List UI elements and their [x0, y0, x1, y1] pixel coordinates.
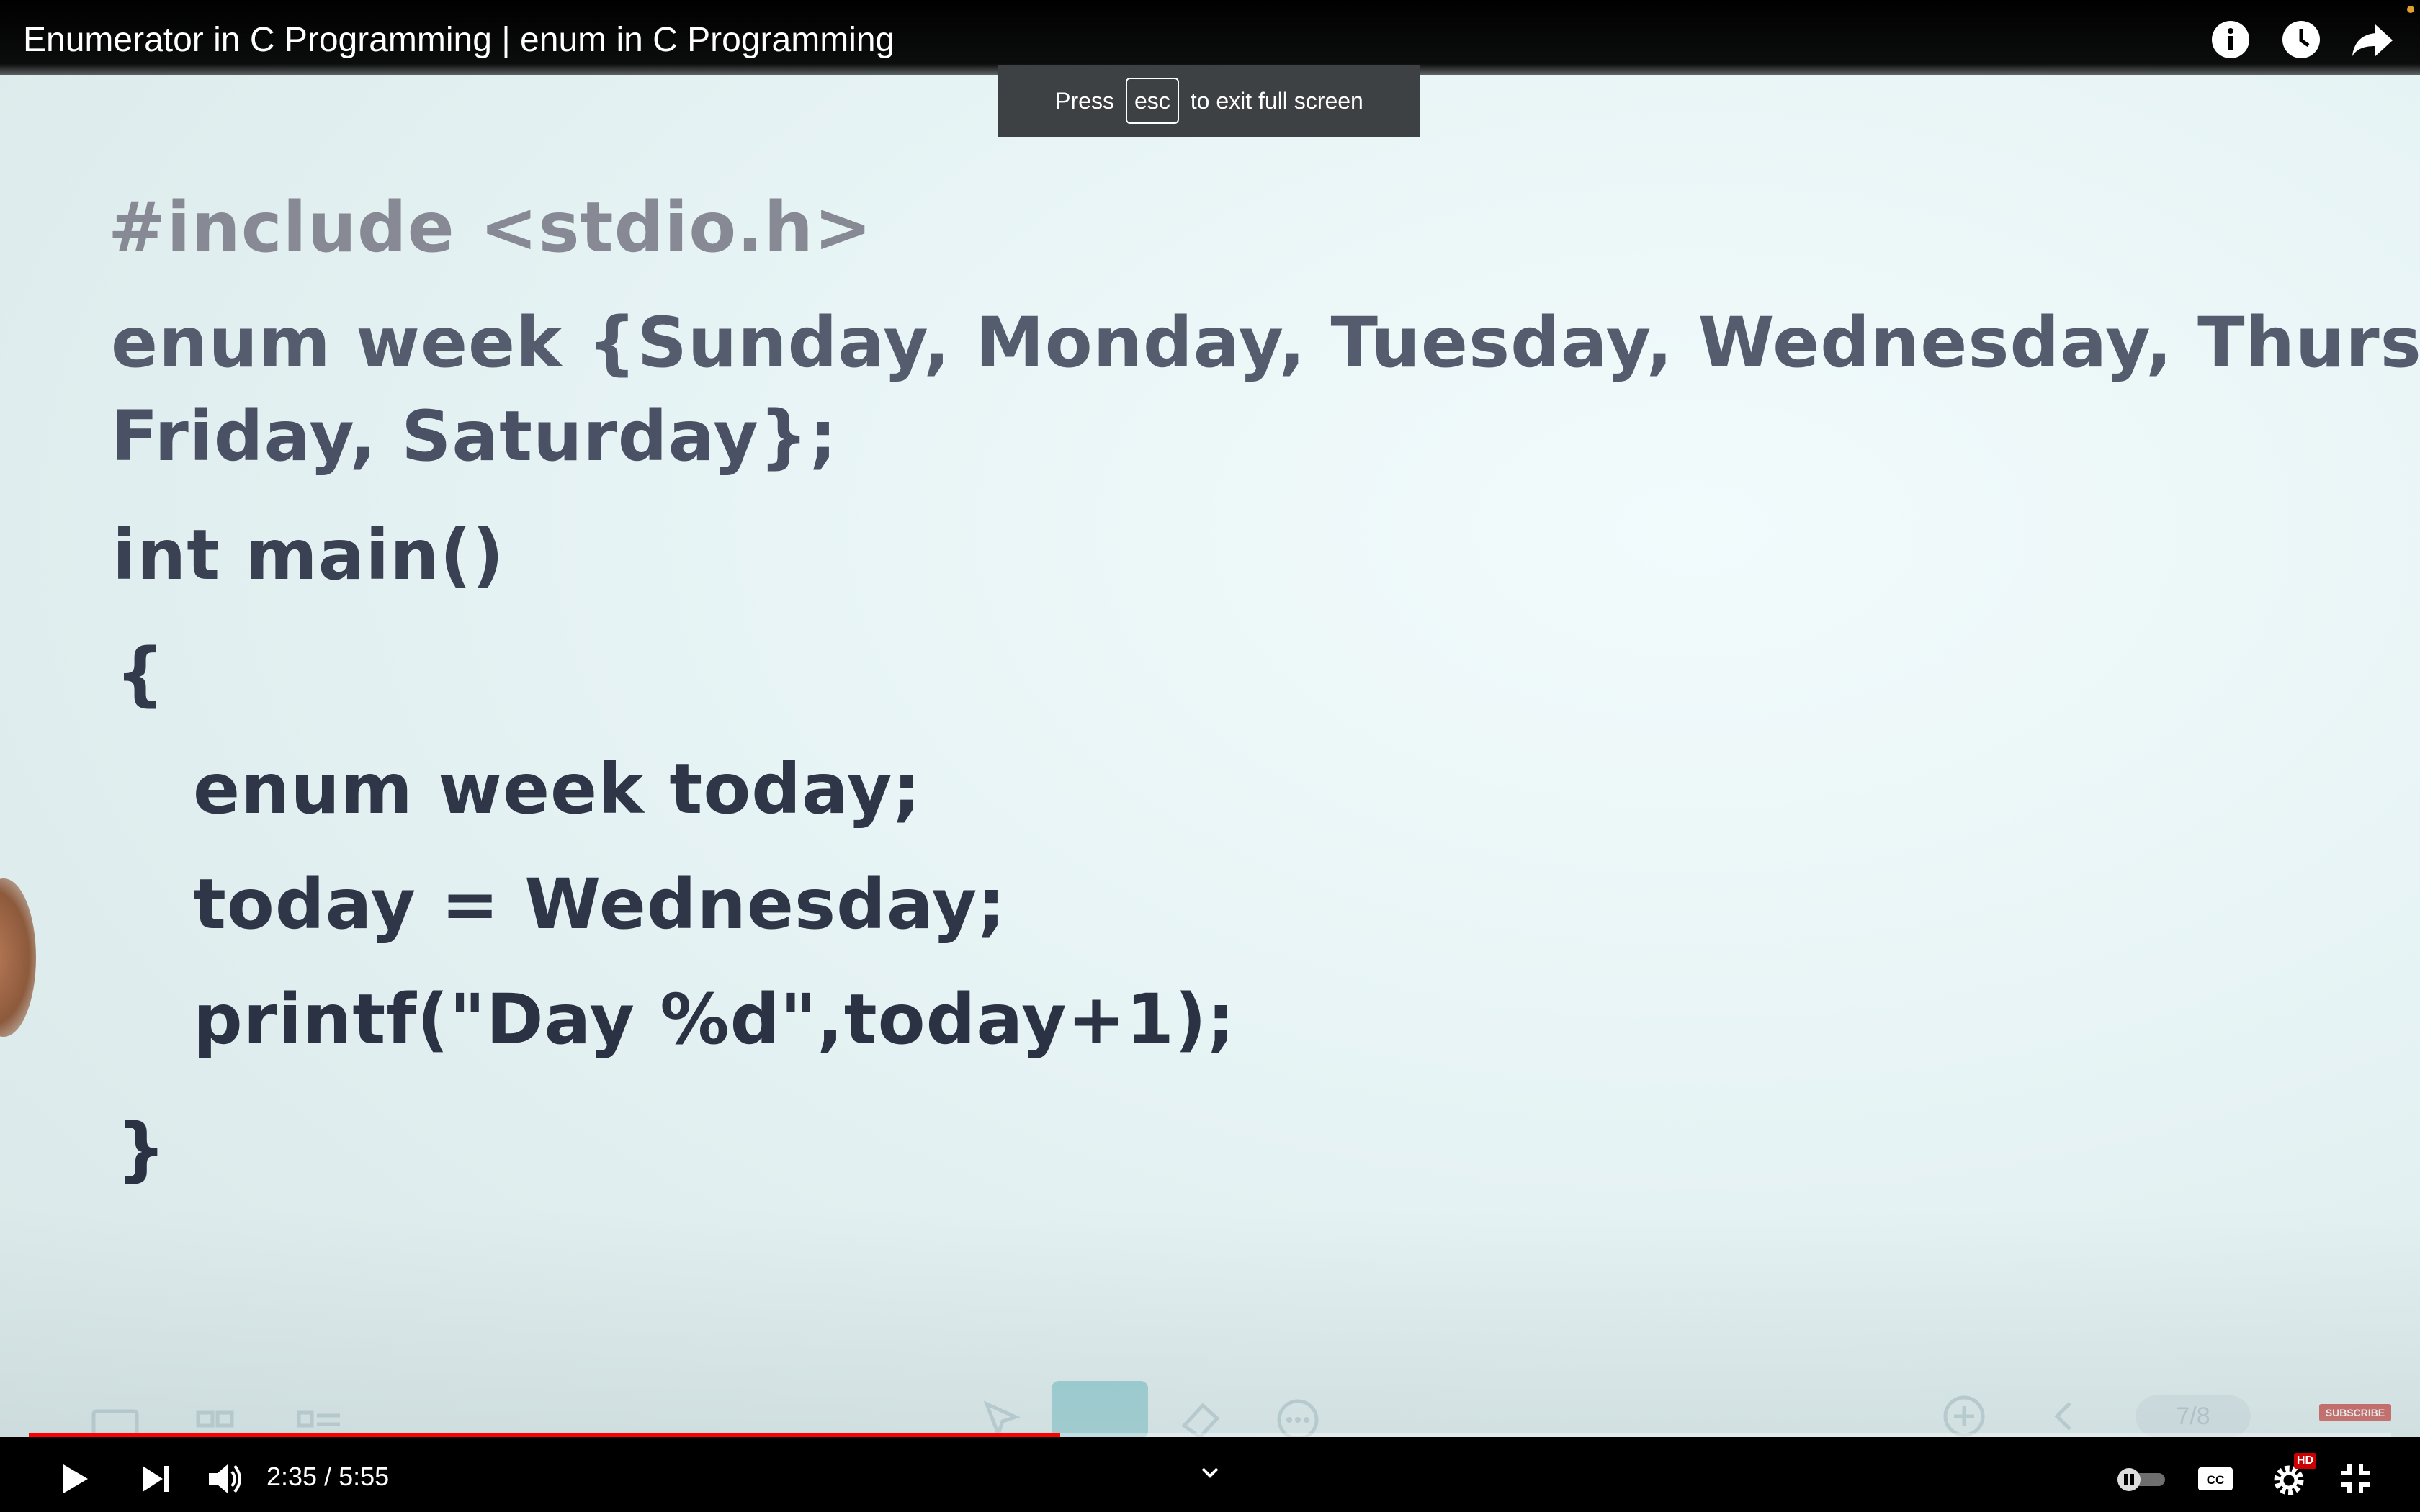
watch-later-icon[interactable]: [2282, 20, 2321, 59]
whiteboard-pen-tool: [1052, 1381, 1148, 1439]
notification-dot: [2407, 6, 2414, 13]
whiteboard-page-indicator: 7/8: [2136, 1395, 2251, 1437]
current-time: 2:35: [266, 1462, 318, 1491]
next-video-icon[interactable]: [134, 1457, 177, 1500]
presenter-hand: [0, 878, 36, 1037]
video-frame[interactable]: #include <stdio.h> enum week {Sunday, Mo…: [0, 0, 2420, 1512]
esc-key: esc: [1125, 78, 1179, 124]
duration: 5:55: [339, 1462, 390, 1491]
video-title[interactable]: Enumerator in C Programming | enum in C …: [23, 20, 895, 60]
time-display: 2:35 / 5:55: [266, 1462, 389, 1492]
captions-icon[interactable]: CC: [2194, 1457, 2237, 1500]
code-line-include: #include <stdio.h>: [108, 187, 873, 268]
volume-icon[interactable]: [203, 1457, 246, 1500]
toast-suffix: to exit full screen: [1190, 87, 1363, 114]
svg-text:CC: CC: [2207, 1473, 2225, 1487]
subscribe-watermark: SUBSCRIBE: [2319, 1404, 2391, 1421]
code-line-close-brace: }: [117, 1109, 167, 1189]
code-line-printf: printf("Day %d",today+1);: [193, 979, 1236, 1060]
time-separator: /: [324, 1462, 332, 1491]
play-icon[interactable]: [52, 1457, 95, 1500]
autoplay-toggle[interactable]: [2113, 1457, 2171, 1500]
exit-fullscreen-toast: Press esc to exit full screen: [998, 65, 1420, 137]
code-line-main: int main(): [112, 515, 505, 595]
toast-prefix: Press: [1055, 87, 1114, 114]
code-line-enum-decl-2: Friday, Saturday};: [111, 396, 838, 477]
code-line-open-brace: {: [115, 634, 166, 714]
code-line-assign-today: today = Wednesday;: [193, 864, 1006, 945]
settings-gear-icon[interactable]: HD: [2267, 1453, 2316, 1500]
info-icon[interactable]: [2211, 20, 2250, 59]
top-bar: Enumerator in C Programming | enum in C …: [0, 0, 2420, 75]
share-icon[interactable]: [2349, 20, 2396, 59]
exit-fullscreen-icon[interactable]: [2334, 1457, 2377, 1500]
code-line-declare-today: enum week today;: [193, 749, 921, 829]
chevron-down-icon[interactable]: [1188, 1452, 1232, 1495]
code-line-enum-decl-1: enum week {Sunday, Monday, Tuesday, Wedn…: [111, 302, 2420, 383]
hd-badge: HD: [2293, 1453, 2316, 1469]
